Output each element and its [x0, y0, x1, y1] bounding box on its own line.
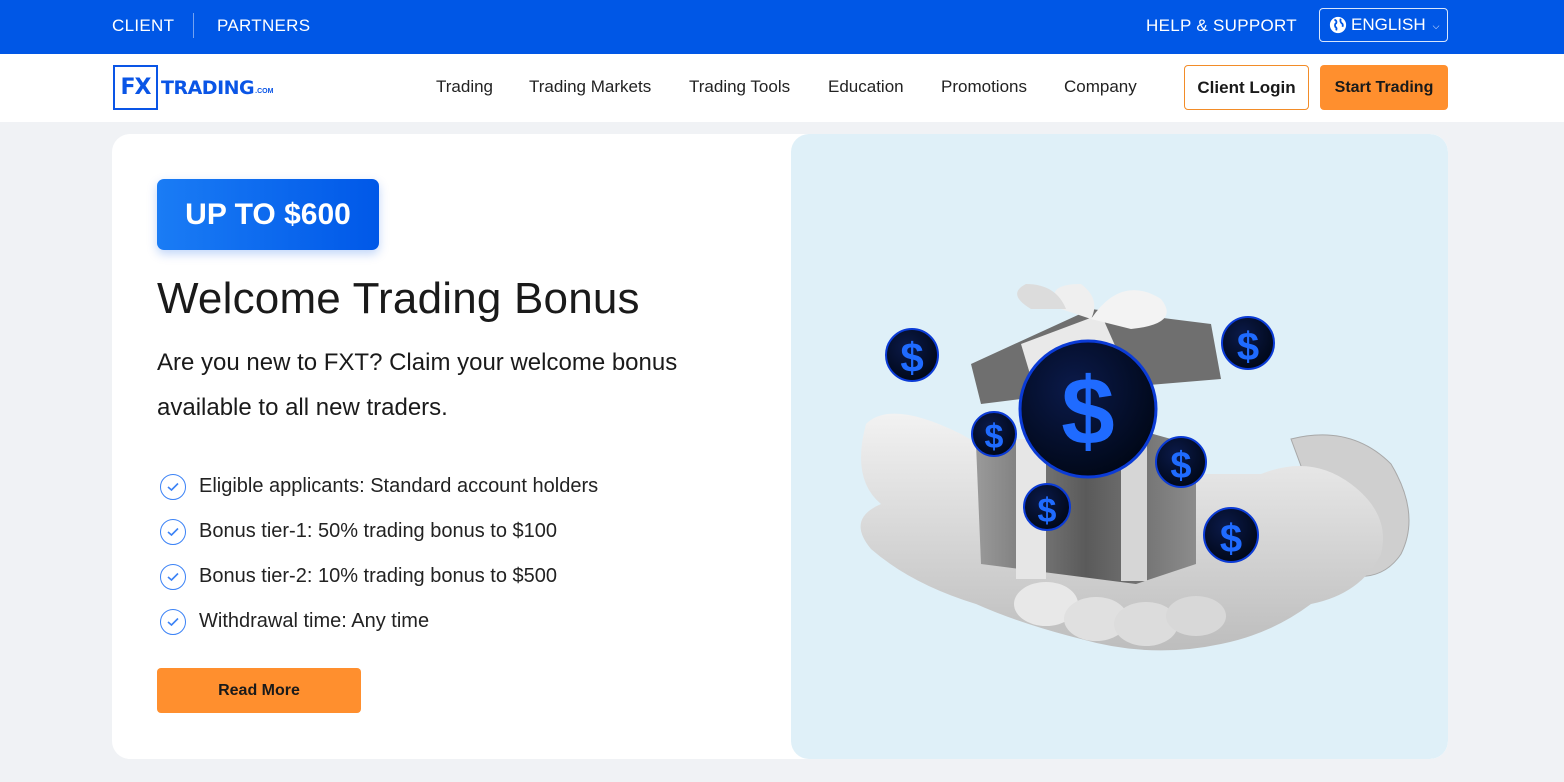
feature-text: Eligible applicants: Standard account ho…	[199, 475, 599, 497]
feature-list: Eligible applicants: Standard account ho…	[160, 464, 598, 644]
help-support-link[interactable]: HELP & SUPPORT	[1146, 0, 1297, 54]
svg-text:$: $	[1170, 445, 1191, 487]
language-label: ENGLISH	[1351, 15, 1426, 34]
svg-text:$: $	[985, 418, 1004, 456]
gift-hand-illustration: $ $ $ $ $ $ $	[860, 284, 1410, 651]
illustration-panel: $ $ $ $ $ $ $	[791, 134, 1448, 759]
svg-text:$: $	[1061, 358, 1114, 465]
check-circle-icon	[160, 563, 186, 590]
svg-text:$: $	[1220, 517, 1242, 561]
welcome-bonus-card: UP TO $600 Welcome Trading Bonus Are you…	[112, 134, 1448, 759]
chevron-down-icon: ⌵	[1432, 20, 1440, 31]
promo-title: Welcome Trading Bonus	[157, 274, 640, 323]
logo-text: TRADING	[161, 76, 255, 99]
nav-promotions[interactable]: Promotions	[941, 54, 1027, 122]
nav-education[interactable]: Education	[828, 54, 904, 122]
feature-item: Withdrawal time: Any time	[160, 599, 598, 644]
nav-trading[interactable]: Trading	[436, 54, 493, 122]
check-circle-icon	[160, 608, 186, 635]
svg-text:$: $	[900, 334, 923, 381]
check-circle-icon	[160, 473, 186, 500]
main-nav: FX TRADING .COM Trading Trading Markets …	[0, 54, 1564, 122]
nav-trading-markets[interactable]: Trading Markets	[529, 54, 651, 122]
top-bar: CLIENT PARTNERS HELP & SUPPORT ENGLISH ⌵	[0, 0, 1564, 54]
feature-text: Bonus tier-2: 10% trading bonus to $500	[199, 565, 558, 587]
read-more-button[interactable]: Read More	[157, 668, 361, 713]
nav-company[interactable]: Company	[1064, 54, 1137, 122]
logo-suffix: .COM	[255, 88, 274, 95]
feature-text: Bonus tier-1: 50% trading bonus to $100	[199, 520, 558, 542]
partners-link[interactable]: PARTNERS	[217, 0, 310, 54]
svg-text:$: $	[1237, 325, 1259, 369]
fxtrading-logo[interactable]: FX TRADING .COM	[113, 65, 273, 110]
promo-intro: Are you new to FXT? Claim your welcome b…	[157, 349, 678, 421]
language-selector[interactable]: ENGLISH ⌵	[1319, 8, 1448, 42]
globe-icon	[1329, 16, 1347, 34]
svg-text:$: $	[1038, 492, 1057, 530]
logo-mark: FX	[113, 65, 158, 110]
feature-item: Bonus tier-2: 10% trading bonus to $500	[160, 554, 598, 599]
feature-item: Eligible applicants: Standard account ho…	[160, 464, 598, 509]
top-bar-divider	[193, 13, 194, 38]
client-link[interactable]: CLIENT	[112, 0, 174, 54]
nav-trading-tools[interactable]: Trading Tools	[689, 54, 790, 122]
start-trading-button[interactable]: Start Trading	[1320, 65, 1448, 110]
feature-text: Withdrawal time: Any time	[199, 610, 430, 632]
client-login-button[interactable]: Client Login	[1184, 65, 1309, 110]
bonus-amount-badge: UP TO $600	[157, 179, 379, 250]
check-circle-icon	[160, 518, 186, 545]
feature-item: Bonus tier-1: 50% trading bonus to $100	[160, 509, 598, 554]
